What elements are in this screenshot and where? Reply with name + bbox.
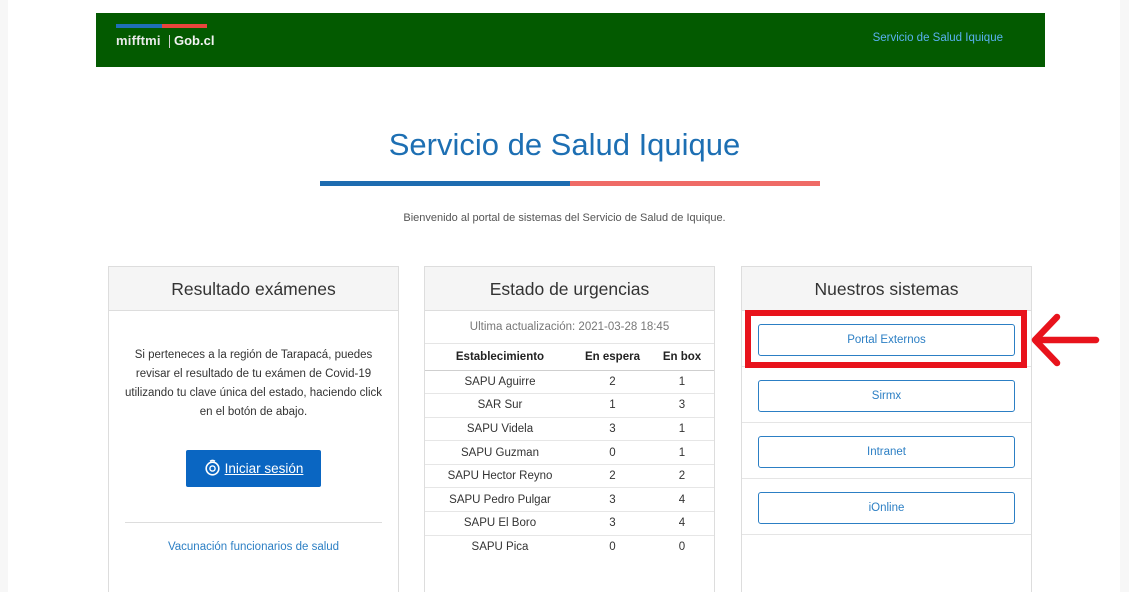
sirmx-button[interactable]: Sirmx <box>758 380 1015 412</box>
table-header-row: Establecimiento En espera En box <box>425 344 714 371</box>
table-cell: 1 <box>650 416 714 441</box>
table-cell: 3 <box>575 487 650 512</box>
brand-separator <box>169 35 170 48</box>
table-cell: 0 <box>650 534 714 559</box>
card-resultado-examenes: Resultado exámenes Si perteneces a la re… <box>108 266 399 592</box>
page-title: Servicio de Salud Iquique <box>388 127 741 162</box>
login-button[interactable]: Iniciar sesión <box>186 450 321 487</box>
table-cell: 0 <box>575 534 650 559</box>
covid-info-text: Si perteneces a la región de Tarapacá, p… <box>125 349 382 418</box>
highlight-box <box>745 310 1027 368</box>
table-cell: 2 <box>575 463 650 488</box>
table-cell: SAPU El Boro <box>425 511 575 536</box>
table-row: SAPU Guzman 0 1 <box>425 440 714 465</box>
list-item: iOnline <box>742 479 1031 535</box>
table-row: SAPU Pedro Pulgar 3 4 <box>425 487 714 512</box>
table-cell: 3 <box>650 393 714 418</box>
table-cell: 3 <box>575 416 650 441</box>
table-row: SAPU Aguirre 2 1 <box>425 369 714 394</box>
table-cell: 3 <box>575 511 650 536</box>
column-header: En box <box>650 344 714 371</box>
table-cell: 1 <box>650 369 714 394</box>
table-cell: SAPU Pica <box>425 534 575 559</box>
brand-stripe <box>116 24 207 28</box>
table-row: SAPU Hector Reyno 2 2 <box>425 463 714 488</box>
urgencias-table: Establecimiento En espera En box SAPU Ag… <box>425 344 714 559</box>
brand-logo[interactable]: mifftmi <box>116 33 161 48</box>
divider <box>125 522 382 523</box>
column-header: En espera <box>575 344 650 371</box>
last-updated-text: Ultima actualización: 2021-03-28 18:45 <box>425 311 714 344</box>
list-item: Intranet <box>742 423 1031 479</box>
brand-gob-label[interactable]: Gob.cl <box>174 33 214 48</box>
table-row: SAR Sur 1 3 <box>425 393 714 418</box>
card-title: Resultado exámenes <box>109 267 398 311</box>
table-cell: SAR Sur <box>425 393 575 418</box>
login-label: Iniciar sesión <box>224 461 304 476</box>
table-cell: 2 <box>575 369 650 394</box>
list-item: Sirmx <box>742 367 1031 423</box>
column-header: Establecimiento <box>425 344 575 371</box>
link-vacunacion[interactable]: Vacunación funcionarios de salud <box>109 541 398 553</box>
table-cell: 4 <box>650 511 714 536</box>
ionline-button[interactable]: iOnline <box>758 492 1015 524</box>
table-cell: 1 <box>650 440 714 465</box>
intranet-button[interactable]: Intranet <box>758 436 1015 468</box>
table-cell: 1 <box>575 393 650 418</box>
clave-unica-icon <box>204 460 220 477</box>
left-arrow-icon <box>1031 313 1100 367</box>
table-cell: SAPU Aguirre <box>425 369 575 394</box>
card-title: Estado de urgencias <box>425 267 714 311</box>
welcome-text: Bienvenido al portal de sistemas del Ser… <box>403 212 726 224</box>
table-cell: SAPU Videla <box>425 416 575 441</box>
title-underline <box>320 181 820 186</box>
card-title: Nuestros sistemas <box>742 267 1031 311</box>
table-row: SAPU Videla 3 1 <box>425 416 714 441</box>
top-navbar: mifftmi Gob.cl Servicio de Salud Iquique <box>96 13 1045 67</box>
table-cell: SAPU Pedro Pulgar <box>425 487 575 512</box>
table-cell: SAPU Guzman <box>425 440 575 465</box>
nav-link-servicio[interactable]: Servicio de Salud Iquique <box>873 32 1003 44</box>
card-estado-urgencias: Estado de urgencias Ultima actualización… <box>424 266 715 592</box>
table-cell: SAPU Hector Reyno <box>425 463 575 488</box>
table-row: SAPU Pica 0 0 <box>425 534 714 559</box>
table-cell: 4 <box>650 487 714 512</box>
table-row: SAPU El Boro 3 4 <box>425 511 714 536</box>
table-cell: 2 <box>650 463 714 488</box>
table-cell: 0 <box>575 440 650 465</box>
